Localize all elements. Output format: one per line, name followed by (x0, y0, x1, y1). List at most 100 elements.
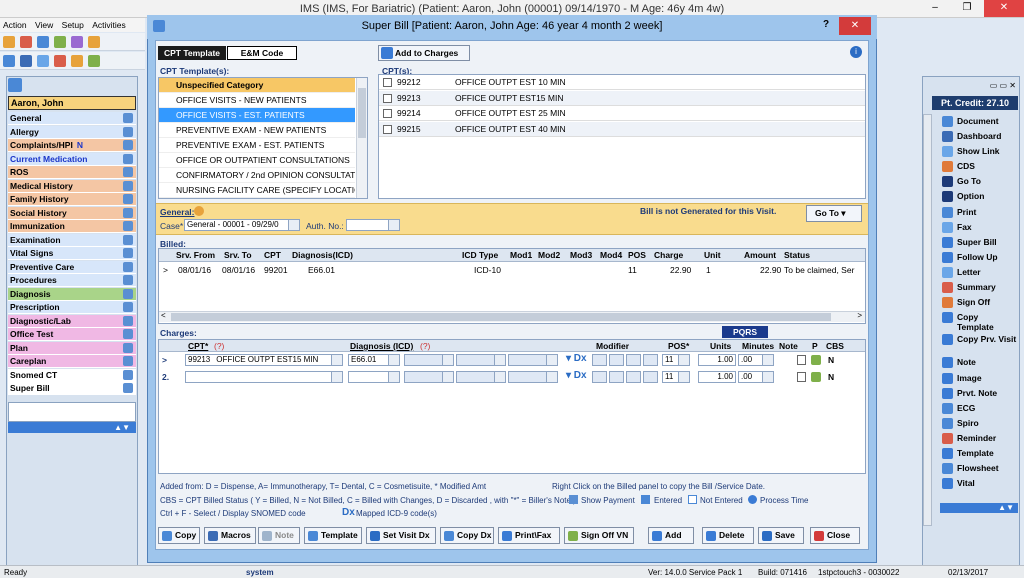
bottom-button[interactable]: Template (304, 527, 362, 544)
close-app-button[interactable]: ✕ (984, 0, 1024, 17)
right-button[interactable]: Vital (940, 476, 1018, 490)
nav-item[interactable]: Current Medication (8, 152, 136, 166)
nav-item-icon[interactable] (123, 167, 133, 177)
cpt-row[interactable]: 99214 OFFICE OUTPT EST 25 MIN (379, 106, 865, 121)
bottom-button[interactable]: Sign Off VN (564, 527, 634, 544)
charge-dx-extra-select[interactable] (456, 354, 506, 366)
bottom-button[interactable]: Copy (158, 527, 200, 544)
user-icon[interactable] (3, 36, 15, 48)
charge-pos-select[interactable]: 11 (662, 371, 690, 383)
bottom-button[interactable]: Save (758, 527, 804, 544)
patient-name[interactable]: Aaron, John (8, 96, 136, 110)
right-button[interactable]: CDS (940, 159, 1018, 173)
info-icon[interactable]: i (850, 46, 862, 58)
ch-cpt-help[interactable]: (?) (214, 341, 224, 351)
charge-minutes-select[interactable]: .00 (738, 371, 774, 383)
nav-item-icon[interactable] (123, 302, 133, 312)
cpt-checkbox[interactable] (383, 124, 392, 134)
nav-item-icon[interactable] (123, 207, 133, 218)
bottom-button[interactable]: Set Visit Dx (366, 527, 436, 544)
right-button[interactable]: Option (940, 189, 1018, 203)
charge-cpt-select[interactable]: 99213 OFFICE OUTPT EST15 MIN (185, 354, 343, 366)
nav-item[interactable]: Vital Signs (8, 247, 136, 260)
template-item[interactable]: NURSING FACILITY CARE (SPECIFY LOCATION (159, 183, 355, 198)
nav-item[interactable]: General (8, 112, 136, 125)
restore-button[interactable]: ❐ (952, 0, 982, 17)
bottom-button[interactable]: Close (810, 527, 860, 544)
minimize-button[interactable]: – (920, 0, 950, 17)
right-window-controls[interactable]: ▭ ▭ ✕ (946, 81, 1016, 91)
bottom-button[interactable]: Delete (702, 527, 754, 544)
nav-item[interactable]: Plan (8, 341, 136, 355)
nav-item-icon[interactable] (123, 315, 133, 326)
right-button[interactable]: Copy Prv. Visit (940, 332, 1018, 346)
charge-dx-extra-select[interactable] (404, 371, 454, 383)
right-button[interactable]: Fax (940, 220, 1018, 234)
template-item[interactable]: OFFICE OR OUTPATIENT CONSULTATIONS (159, 153, 355, 168)
cpt-row[interactable]: 99215 OFFICE OUTPT EST 40 MIN (379, 121, 865, 137)
nav-item[interactable]: Diagnostic/Lab (8, 314, 136, 328)
chart-icon[interactable] (88, 36, 100, 48)
lab-icon[interactable] (54, 55, 66, 67)
charge-units-input[interactable]: 1.00 (698, 354, 736, 366)
nav-item[interactable]: Super Bill (8, 382, 136, 395)
right-button[interactable]: Prvt. Note (940, 386, 1018, 400)
nav-item[interactable]: Office Test (8, 328, 136, 341)
menu-setup[interactable]: Setup (62, 20, 84, 30)
edit-icon[interactable] (3, 55, 15, 67)
charge-cpt-select[interactable] (185, 371, 343, 383)
nav-item[interactable]: Snomed CT (8, 368, 136, 382)
patient-icon[interactable] (811, 355, 821, 365)
charge-dx-extra-select[interactable] (508, 371, 558, 383)
cpt-checkbox[interactable] (383, 93, 392, 103)
nav-item[interactable]: Examination (8, 233, 136, 247)
nav-item-icon[interactable] (123, 383, 133, 393)
ch-dx-help[interactable]: (?) (420, 341, 430, 351)
nav-item-icon[interactable] (123, 180, 133, 191)
template-item[interactable]: OFFICE VISITS - EST. PATIENTS (159, 108, 355, 123)
calendar-icon[interactable] (71, 36, 83, 48)
charge-dx-select[interactable]: E66.01 (348, 354, 400, 366)
charge-modifier-field[interactable] (592, 354, 607, 366)
nav-item-icon[interactable] (123, 275, 133, 285)
bottom-button[interactable]: Note (258, 527, 300, 544)
note-show-payment[interactable]: Show Payment (581, 496, 635, 505)
nav-item-icon[interactable] (123, 194, 133, 204)
right-scroll-arrows[interactable]: ▲▼ (940, 503, 1018, 513)
right-button[interactable]: ECG (940, 401, 1018, 415)
charge-pos-select[interactable]: 11 (662, 354, 690, 366)
right-button[interactable]: Copy Template (940, 310, 1018, 332)
nav-item-icon[interactable] (123, 248, 133, 258)
right-button[interactable]: Super Bill (940, 235, 1018, 249)
right-button[interactable]: Show Link (940, 144, 1018, 158)
nav-item[interactable]: Preventive Care (8, 260, 136, 274)
bottom-button[interactable]: Add (648, 527, 694, 544)
billed-hscroll[interactable]: < > (159, 311, 865, 322)
menu-activities[interactable]: Activities (92, 20, 126, 30)
charge-modifier-field[interactable] (643, 354, 658, 366)
nav-item-icon[interactable] (123, 288, 133, 299)
note-icon[interactable] (797, 355, 806, 365)
nav-item[interactable]: ROS (8, 166, 136, 179)
nav-item-icon[interactable] (123, 153, 133, 164)
bottom-button[interactable]: Macros (204, 527, 256, 544)
charge-modifier-field[interactable] (609, 354, 624, 366)
menu-action[interactable]: Action (3, 20, 27, 30)
right-button[interactable]: Dashboard (940, 129, 1018, 143)
nav-item[interactable]: Medical History (8, 179, 136, 193)
dialog-help-button[interactable]: ? (823, 19, 829, 30)
template-item[interactable]: PREVENTIVE EXAM - EST. PATIENTS (159, 138, 355, 153)
cpt-checkbox[interactable] (383, 109, 392, 118)
right-button[interactable]: Summary (940, 280, 1018, 294)
right-button[interactable]: Letter (940, 265, 1018, 279)
doc-icon[interactable] (54, 36, 66, 48)
charge-modifier-field[interactable] (609, 371, 624, 383)
template-item[interactable]: PREVENTIVE EXAM - NEW PATIENTS (159, 123, 355, 138)
charge-modifier-field[interactable] (592, 371, 607, 383)
cpt-row[interactable]: 99212 OFFICE OUTPT EST 10 MIN (379, 75, 865, 90)
nav-item[interactable]: Diagnosis (8, 287, 136, 301)
charge-modifier-field[interactable] (643, 371, 658, 383)
nav-item-icon[interactable] (123, 369, 133, 380)
charge-minutes-select[interactable]: .00 (738, 354, 774, 366)
nav-item-icon[interactable] (123, 221, 133, 231)
